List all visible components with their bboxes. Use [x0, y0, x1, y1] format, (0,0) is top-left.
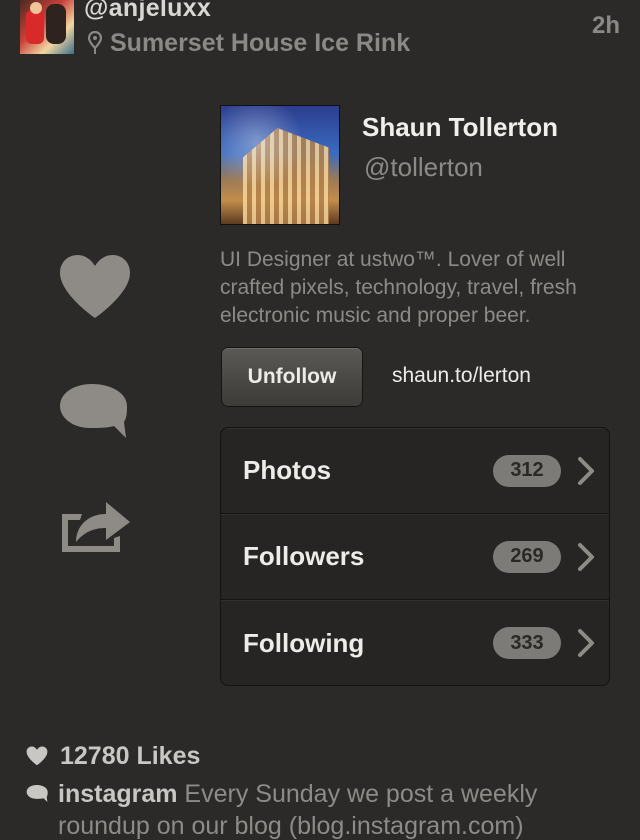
heart-icon [26, 746, 48, 766]
heart-icon[interactable] [58, 254, 132, 320]
profile-handle: @tollerton [364, 152, 483, 182]
chevron-right-icon [578, 457, 594, 485]
stat-row-photos[interactable]: Photos 312 [221, 428, 609, 514]
location-label: Sumerset House Ice Rink [110, 28, 411, 57]
avatar[interactable] [20, 0, 74, 54]
caption-body: instagram Every Sunday we post a weekly … [26, 778, 626, 840]
likes-count[interactable]: 12780 Likes [26, 740, 200, 772]
chevron-right-icon [578, 543, 594, 571]
post-location[interactable]: Sumerset House Ice Rink [88, 28, 410, 58]
post-header: @anjeluxx Sumerset House Ice Rink 2h [0, 0, 640, 60]
profile-website-link[interactable]: shaun.to/lerton [392, 364, 531, 388]
profile-photo[interactable] [220, 105, 340, 225]
profile-name: Shaun Tollerton [362, 112, 558, 142]
post-timestamp: 2h [591, 12, 620, 39]
unfollow-button[interactable]: Unfollow [221, 347, 363, 407]
stat-label: Followers [243, 541, 365, 571]
profile-bio: UI Designer at ustwo™. Lover of well cra… [220, 248, 577, 327]
profile-stats-list: Photos 312 Followers 269 Following 333 [220, 427, 610, 686]
map-pin-icon [88, 31, 102, 54]
stat-count-badge: 312 [493, 454, 561, 487]
photo-detail-screen: @anjeluxx Sumerset House Ice Rink 2h Sha… [0, 0, 640, 840]
stat-row-followers[interactable]: Followers 269 [221, 514, 609, 600]
post-username[interactable]: @anjeluxx [84, 0, 211, 23]
stat-count-badge: 333 [493, 627, 561, 659]
stat-label: Following [243, 627, 365, 658]
speech-bubble-icon[interactable] [58, 382, 128, 440]
share-icon[interactable] [58, 496, 132, 556]
stat-label: Photos [243, 455, 332, 485]
caption-username[interactable]: instagram [58, 780, 177, 808]
speech-bubble-icon [26, 785, 48, 802]
chevron-right-icon [578, 629, 594, 657]
stat-count-badge: 269 [493, 540, 561, 573]
post-caption: instagram Every Sunday we post a weekly … [26, 778, 626, 840]
stat-row-following[interactable]: Following 333 [221, 600, 609, 685]
likes-label: 12780 Likes [60, 741, 201, 770]
